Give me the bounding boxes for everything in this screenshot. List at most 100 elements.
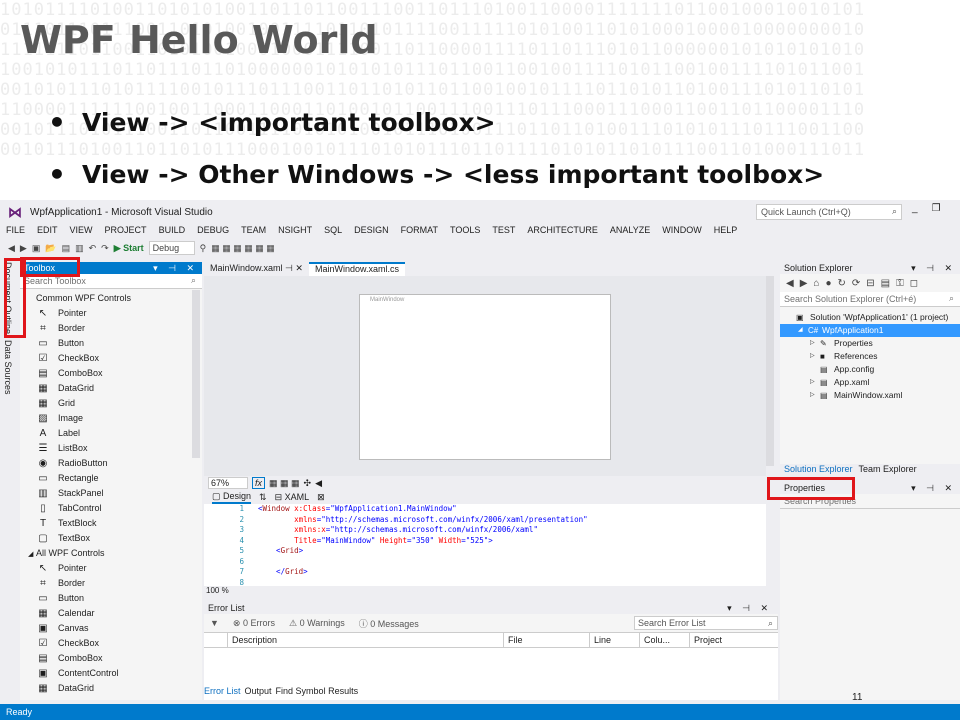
start-debug-button[interactable]: ▶ Start <box>114 243 144 254</box>
navigate-forward-icon[interactable]: ▶ <box>20 243 27 254</box>
toolbox-item[interactable]: ↖ Pointer <box>20 306 202 321</box>
preview-icon[interactable]: ◻ <box>910 278 918 289</box>
quick-launch-input[interactable]: Quick Launch (Ctrl+Q) ⌕ <box>756 204 902 220</box>
menu-item-build[interactable]: BUILD <box>153 224 192 238</box>
toolbox-item[interactable]: ☑ CheckBox <box>20 351 202 366</box>
xaml-tab[interactable]: ⊟ XAML <box>275 492 310 503</box>
minimize-icon[interactable]: _ <box>912 203 918 214</box>
pane-pin-close-icons[interactable]: ▾ ⊣ ✕ <box>911 262 956 274</box>
tab-error-list[interactable]: Error List <box>204 686 241 696</box>
column-line[interactable]: Line <box>590 633 640 647</box>
save-all-icon[interactable]: ▥ <box>75 243 84 254</box>
scroll-left-icon[interactable]: ◀ <box>315 478 322 489</box>
code-zoom-level[interactable]: 100 % <box>204 586 766 596</box>
document-tab[interactable]: MainWindow.xaml.cs <box>308 262 405 276</box>
sync-icon[interactable]: ↻ <box>838 278 846 289</box>
redo-icon[interactable]: ↷ <box>101 243 109 254</box>
snap-icon[interactable]: ✣ <box>304 478 312 489</box>
solution-tree-node[interactable]: ▷ ✎ Properties <box>780 337 960 350</box>
column-description[interactable]: Description <box>228 633 504 647</box>
menu-item-edit[interactable]: EDIT <box>31 224 64 238</box>
forward-icon[interactable]: ▶ <box>800 278 808 289</box>
column-column[interactable]: Colu... <box>640 633 690 647</box>
undo-icon[interactable]: ↶ <box>89 243 97 254</box>
configuration-dropdown[interactable]: Debug <box>148 241 195 255</box>
solution-tree-node[interactable]: ▷ ■ References <box>780 350 960 363</box>
save-icon[interactable]: ▤ <box>62 243 71 254</box>
designer-scrollbar[interactable] <box>766 276 774 466</box>
tab-find-symbol-results[interactable]: Find Symbol Results <box>276 686 359 696</box>
toolbox-item[interactable]: ▦ DataGrid <box>20 681 202 696</box>
toolbox-group[interactable]: ◢ All WPF Controls <box>20 546 202 561</box>
menu-item-format[interactable]: FORMAT <box>395 224 444 238</box>
new-project-icon[interactable]: ▣ <box>32 243 41 254</box>
back-icon[interactable]: ◀ <box>786 278 794 289</box>
toolbox-item[interactable]: ▢ TextBox <box>20 531 202 546</box>
solution-tree-node[interactable]: ▣ Solution 'WpfApplication1' (1 project) <box>780 311 960 324</box>
pane-pin-close-icons[interactable]: ▾ ⊣ ✕ <box>911 482 956 494</box>
toolbox-item[interactable]: ▭ Rectangle <box>20 471 202 486</box>
solution-tree-node[interactable]: ▷ ▤ MainWindow.xaml <box>780 389 960 402</box>
toolbox-item[interactable]: ▭ Button <box>20 591 202 606</box>
toolbox-item[interactable]: ▤ ComboBox <box>20 366 202 381</box>
column-project[interactable]: Project <box>690 633 770 647</box>
toolbox-item[interactable]: ▤ ComboBox <box>20 651 202 666</box>
menu-item-test[interactable]: TEST <box>486 224 521 238</box>
data-sources-tab[interactable]: Data Sources <box>3 340 13 395</box>
toolbox-item[interactable]: ⌗ Border <box>20 576 202 591</box>
toolbox-item[interactable]: ▨ Image <box>20 411 202 426</box>
navigate-back-icon[interactable]: ◀ <box>8 243 15 254</box>
document-tab[interactable]: MainWindow.xaml ⊣ ✕ <box>204 262 309 276</box>
menu-item-design[interactable]: DESIGN <box>348 224 395 238</box>
messages-filter-button[interactable]: ⓘ 0 Messages <box>359 617 419 630</box>
error-list-search-input[interactable]: Search Error List ⌕ <box>634 616 778 630</box>
menu-item-architecture[interactable]: ARCHITECTURE <box>521 224 604 238</box>
fx-button[interactable]: fx <box>252 477 266 489</box>
menu-item-window[interactable]: WINDOW <box>656 224 708 238</box>
expand-triangle-icon[interactable]: ▷ <box>810 350 815 363</box>
toolbox-item[interactable]: ▦ Calendar <box>20 606 202 621</box>
open-file-icon[interactable]: 📂 <box>45 243 56 254</box>
grid-toggle-icons[interactable]: ▦ ▦ ▦ <box>269 478 300 489</box>
refresh-icon[interactable]: ⟳ <box>852 278 860 289</box>
column-file[interactable]: File <box>504 633 590 647</box>
toolbox-item[interactable]: ↖ Pointer <box>20 561 202 576</box>
expand-triangle-icon[interactable]: ◢ <box>798 324 803 337</box>
close-icon[interactable]: ✕ <box>295 263 303 273</box>
menu-item-project[interactable]: PROJECT <box>99 224 153 238</box>
menu-item-sql[interactable]: SQL <box>318 224 348 238</box>
properties-icon[interactable]: ⚿ <box>896 278 904 289</box>
toolbox-item[interactable]: ◉ RadioButton <box>20 456 202 471</box>
toolbox-item[interactable]: ☑ CheckBox <box>20 636 202 651</box>
toolbox-item[interactable]: ☰ ListBox <box>20 441 202 456</box>
toolbox-group[interactable]: Common WPF Controls <box>20 291 202 306</box>
toolbox-scrollbar[interactable] <box>192 290 200 458</box>
show-all-files-icon[interactable]: ▤ <box>881 278 890 289</box>
solution-tree-node[interactable]: ▷ ▤ App.xaml <box>780 376 960 389</box>
toolbox-item[interactable]: T TextBlock <box>20 516 202 531</box>
toolbox-item[interactable]: ▥ StackPanel <box>20 486 202 501</box>
pending-changes-icon[interactable]: ● <box>825 278 831 289</box>
tab-solution-explorer[interactable]: Solution Explorer <box>784 464 853 476</box>
xaml-code-editor[interactable]: 1 <Window x:Class="WpfApplication1.MainWi… <box>204 504 766 587</box>
expand-triangle-icon[interactable]: ▷ <box>810 389 815 402</box>
collapse-all-icon[interactable]: ⊟ <box>866 278 874 289</box>
toolbox-item[interactable]: ▯ TabControl <box>20 501 202 516</box>
zoom-dropdown[interactable]: 67% <box>208 477 248 489</box>
solution-tree-node[interactable]: ▤ App.config <box>780 363 960 376</box>
toolbox-item[interactable]: ⌗ Border <box>20 321 202 336</box>
toolbox-item[interactable]: ▣ Canvas <box>20 621 202 636</box>
warnings-filter-button[interactable]: ⚠ 0 Warnings <box>289 618 345 629</box>
toolbox-item[interactable]: A Label <box>20 426 202 441</box>
find-icon[interactable]: ⚲ <box>200 243 207 254</box>
toolbox-item[interactable]: ▦ DataGrid <box>20 381 202 396</box>
expand-triangle-icon[interactable]: ▷ <box>810 337 815 350</box>
menu-item-view[interactable]: VIEW <box>64 224 99 238</box>
pin-icon[interactable]: ⊣ <box>285 263 293 273</box>
menu-item-help[interactable]: HELP <box>708 224 744 238</box>
solution-explorer-search-input[interactable]: Search Solution Explorer (Ctrl+é) ⌕ <box>780 292 960 307</box>
pane-pin-close-icons[interactable]: ▾ ⊣ ✕ <box>727 602 772 614</box>
wpf-window-preview[interactable]: MainWindow <box>359 294 611 460</box>
design-tab[interactable]: ▢ Design <box>212 491 252 504</box>
menu-item-analyze[interactable]: ANALYZE <box>604 224 656 238</box>
